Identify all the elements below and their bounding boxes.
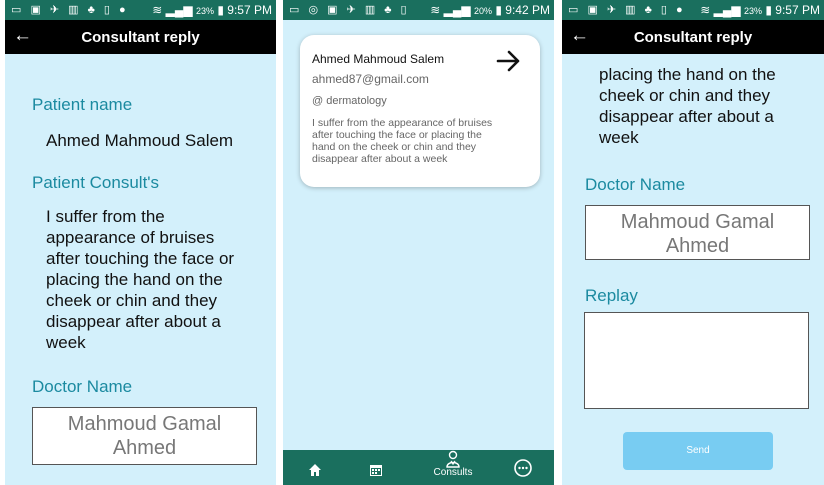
consultant-reply-screen-1: ▭ ▣ ✈ ▥ ♣ ▯ ● ≋ ▂▄▆ 23% ▮ 9:57 PM ← Cons… (5, 0, 276, 485)
card-consult-line: hand on the cheek or chin and they (312, 141, 477, 153)
patient-name-label: Patient name (32, 95, 133, 114)
page-title: Consultant reply (633, 29, 753, 46)
home-icon (309, 464, 321, 476)
patient-consult-text: I suffer from the appearance of bruises … (46, 206, 234, 353)
wifi-icon: ≋ (700, 3, 711, 17)
doctor-name-line: Ahmed (665, 235, 730, 257)
reply-input[interactable] (584, 312, 809, 409)
patient-consult-label: Patient Consult's (32, 173, 160, 192)
consult-card[interactable]: Ahmed Mahmoud Salem ahmed87@gmail.com @ … (300, 35, 540, 187)
status-bar: ▭ ▣ ✈ ▥ ♣ ▯ ● ≋ ▂▄▆ 23% ▮ 9:57 PM (562, 0, 824, 20)
more-icon (514, 459, 532, 477)
consult-line: I suffer from the (46, 207, 165, 226)
consult-line: cheek or chin and they (599, 86, 771, 105)
card-patient-email: ahmed87@gmail.com (312, 72, 429, 86)
consult-line: appearance of bruises (46, 228, 215, 247)
signal-icon: ▂▄▆ (165, 3, 193, 17)
card-consult-line: disappear after about a week (312, 153, 448, 165)
card-patient-name: Ahmed Mahmoud Salem (312, 52, 445, 66)
patient-name-value: Ahmed Mahmoud Salem (46, 131, 234, 150)
battery-percent: 23% (195, 6, 214, 16)
status-right: ≋ ▂▄▆ 23% ▮ 9:57 PM (700, 3, 820, 17)
status-right: ≋ ▂▄▆ 20% ▮ 9:42 PM (430, 3, 550, 17)
doctor-name-line: Ahmed (112, 437, 177, 459)
doctor-name-field: Mahmoud Gamal Ahmed (585, 205, 810, 260)
nav-home[interactable] (300, 450, 330, 485)
consultant-reply-screen-2: placing the hand on the cheek or chin an… (562, 0, 824, 485)
nav-consults-label: Consults (433, 467, 473, 478)
status-bar: ▭ ▣ ✈ ▥ ♣ ▯ ● ≋ ▂▄▆ 23% ▮ 9:57 PM (5, 0, 276, 20)
consult-line: disappear after about a (46, 312, 221, 331)
notification-icons: ▭ ▣ ✈ ▥ ♣ ▯ ● (568, 4, 686, 16)
battery-percent: 23% (743, 6, 762, 16)
clock: 9:57 PM (227, 3, 272, 17)
send-button[interactable]: Send (623, 432, 773, 470)
consult-line: placing the hand on the (46, 270, 223, 289)
calendar-icon (370, 465, 382, 476)
consult-line: disappear after about a (599, 107, 774, 126)
notification-icons: ▭ ▣ ✈ ▥ ♣ ▯ ● (11, 4, 129, 16)
patient-consult-text: placing the hand on the cheek or chin an… (599, 64, 776, 148)
consult-line: cheek or chin and they (46, 291, 218, 310)
nav-more[interactable] (508, 450, 538, 485)
doctor-name-line: Mahmoud Gamal (620, 211, 775, 233)
nav-calendar[interactable] (361, 450, 391, 485)
consult-line: week (599, 128, 639, 147)
doctor-icon (446, 450, 460, 468)
card-consult-text: I suffer from the appearance of bruises … (312, 117, 534, 165)
consult-line: after touching the face or (46, 249, 235, 268)
bottom-navigation: Consults (283, 450, 554, 485)
doctor-name-field: Mahmoud Gamal Ahmed (32, 407, 257, 465)
card-specialty: @ dermatology (312, 95, 387, 107)
wifi-icon: ≋ (430, 3, 441, 17)
doctor-name-line: Mahmoud Gamal (67, 413, 222, 435)
signal-icon: ▂▄▆ (443, 3, 471, 17)
wifi-icon: ≋ (152, 3, 163, 17)
consult-line: placing the hand on the (599, 65, 776, 84)
status-right: ≋ ▂▄▆ 23% ▮ 9:57 PM (152, 3, 272, 17)
arrow-right-icon[interactable] (496, 49, 522, 78)
reply-label: Replay (585, 286, 638, 305)
signal-icon: ▂▄▆ (713, 3, 741, 17)
doctor-name-label: Doctor Name (585, 175, 686, 194)
page-title: Consultant reply (81, 29, 200, 46)
clock: 9:42 PM (505, 3, 550, 17)
app-bar: ← Consultant reply (5, 20, 276, 54)
battery-icon: ▮ (495, 3, 502, 17)
clock: 9:57 PM (775, 3, 820, 17)
card-consult-line: after touching the face or placing the (312, 129, 482, 141)
battery-icon: ▮ (765, 3, 772, 17)
card-consult-line: I suffer from the appearance of bruises (312, 117, 493, 129)
notification-icons: ▭ ◎ ▣ ✈ ▥ ♣ ▯ (289, 4, 410, 16)
status-bar: ▭ ◎ ▣ ✈ ▥ ♣ ▯ ≋ ▂▄▆ 20% ▮ 9:42 PM (283, 0, 554, 20)
battery-percent: 20% (473, 6, 492, 16)
doctor-name-label: Doctor Name (32, 377, 133, 396)
app-bar: ← Consultant reply (562, 20, 824, 54)
nav-consults[interactable]: Consults (423, 450, 483, 485)
consults-list-screen: ▭ ◎ ▣ ✈ ▥ ♣ ▯ ≋ ▂▄▆ 20% ▮ 9:42 PM Ahmed … (283, 0, 554, 485)
consult-line: week (46, 333, 86, 352)
battery-icon: ▮ (217, 3, 224, 17)
